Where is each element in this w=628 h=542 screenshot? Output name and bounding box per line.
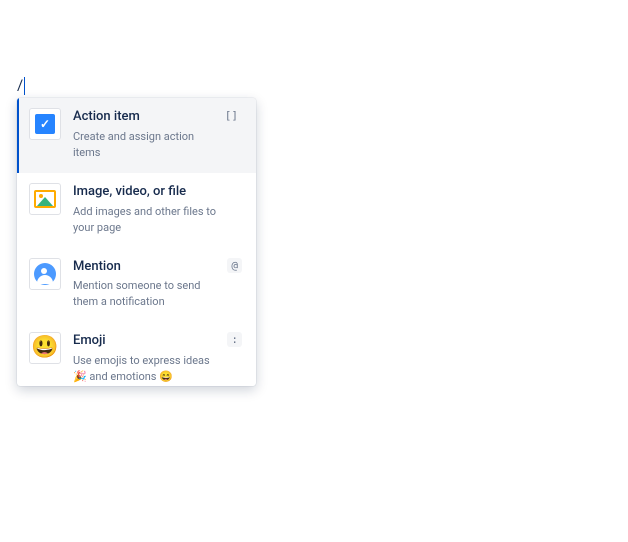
insert-menu-popup: Action item Create and assign action ite… bbox=[17, 98, 256, 386]
menu-item-desc: Use emojis to express ideas 🎉 and emotio… bbox=[73, 353, 224, 385]
menu-item-title: Mention bbox=[73, 259, 224, 276]
menu-item-desc: Create and assign action items bbox=[73, 129, 224, 161]
menu-item-image[interactable]: Image, video, or file Add images and oth… bbox=[17, 173, 256, 248]
menu-item-title: Image, video, or file bbox=[73, 184, 224, 201]
keyboard-shortcut: @ bbox=[227, 258, 242, 273]
keyboard-shortcut: : bbox=[227, 332, 242, 347]
smile-emoji-icon: 😄 bbox=[159, 370, 173, 383]
menu-item-text: Image, video, or file Add images and oth… bbox=[73, 183, 242, 236]
emoji-desc-mid: and emotions bbox=[87, 370, 160, 383]
menu-item-text: Action item Create and assign action ite… bbox=[73, 108, 242, 161]
menu-item-title: Action item bbox=[73, 109, 224, 126]
menu-item-mention[interactable]: Mention Mention someone to send them a n… bbox=[17, 248, 256, 323]
insert-menu-scroll[interactable]: Action item Create and assign action ite… bbox=[17, 98, 256, 386]
menu-item-desc: Mention someone to send them a notificat… bbox=[73, 278, 224, 310]
menu-item-text: Emoji Use emojis to express ideas 🎉 and … bbox=[73, 332, 242, 385]
mention-icon bbox=[29, 258, 61, 290]
menu-item-title: Emoji bbox=[73, 333, 224, 350]
action-item-icon bbox=[29, 108, 61, 140]
menu-item-emoji[interactable]: 😃 Emoji Use emojis to express ideas 🎉 an… bbox=[17, 322, 256, 386]
menu-item-desc: Add images and other files to your page bbox=[73, 204, 224, 236]
menu-item-text: Mention Mention someone to send them a n… bbox=[73, 258, 242, 311]
slash-command-trigger[interactable]: / bbox=[17, 76, 25, 95]
keyboard-shortcut: [] bbox=[221, 108, 242, 123]
emoji-desc-pre: Use emojis to express ideas bbox=[73, 354, 210, 367]
menu-item-action-item[interactable]: Action item Create and assign action ite… bbox=[17, 98, 256, 173]
emoji-icon: 😃 bbox=[29, 332, 61, 364]
image-icon bbox=[29, 183, 61, 215]
party-emoji-icon: 🎉 bbox=[73, 370, 87, 383]
